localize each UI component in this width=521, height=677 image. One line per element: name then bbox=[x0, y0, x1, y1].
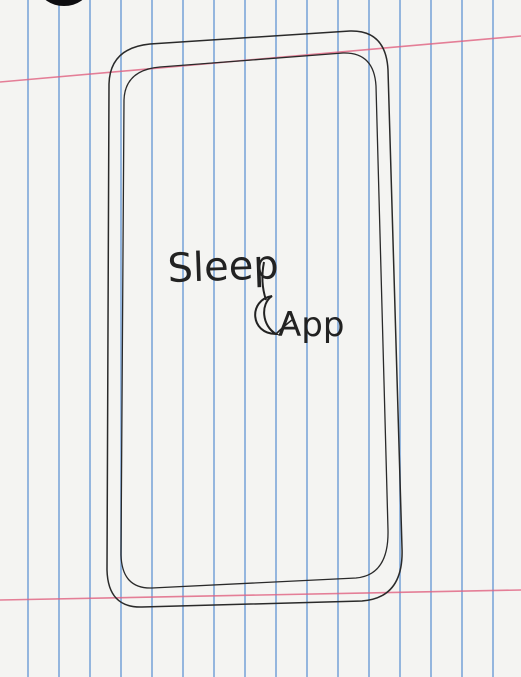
phone-wireframe-sketch: Sleep App bbox=[0, 30, 521, 608]
title-app: App bbox=[278, 305, 344, 345]
phone-outer-outline bbox=[106, 30, 403, 608]
margin-line-bottom bbox=[0, 589, 521, 601]
phone-inner-outline bbox=[120, 52, 389, 589]
